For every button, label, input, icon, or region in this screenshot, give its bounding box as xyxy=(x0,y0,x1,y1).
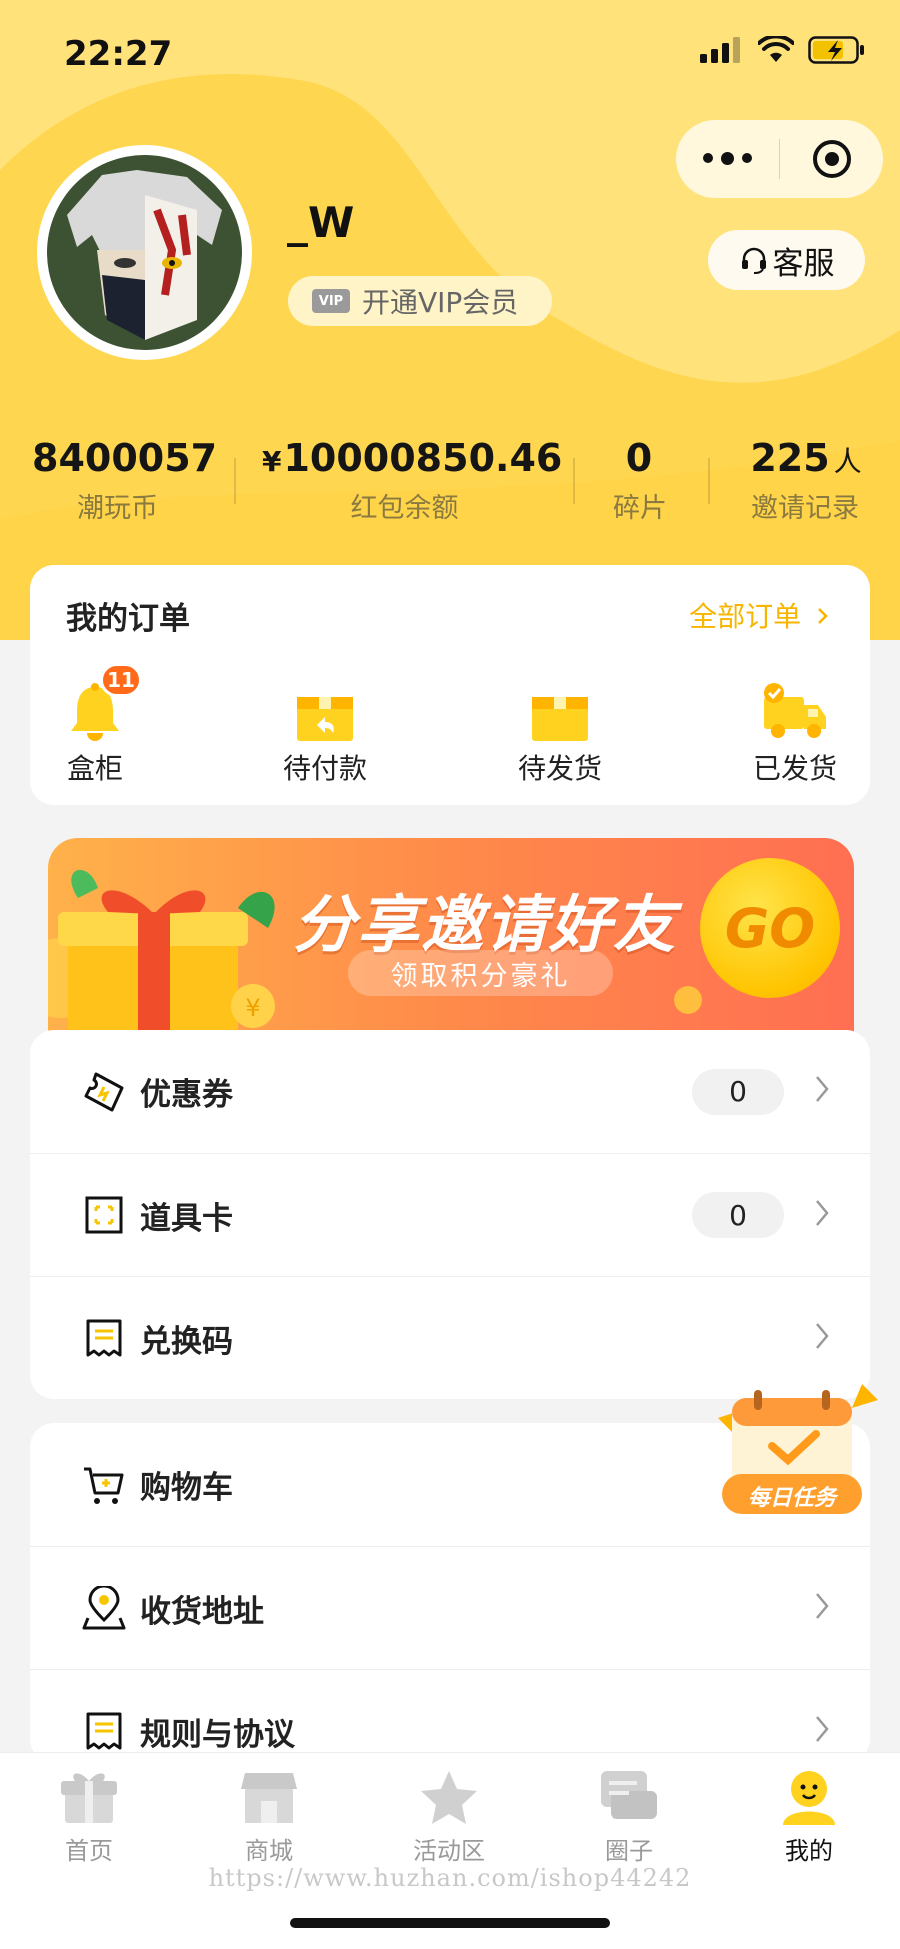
prop-card-icon xyxy=(85,1196,123,1234)
order-pending-payment[interactable]: 待付款 xyxy=(255,673,395,787)
chevron-right-icon xyxy=(816,1323,829,1349)
chevron-right-icon xyxy=(816,1200,829,1226)
box-cabinet-badge: 11 xyxy=(100,663,142,697)
my-orders-card: 我的订单 全部订单 11 盒柜 待付款 待发货 已发货 xyxy=(30,565,870,805)
username: _W xyxy=(287,198,355,247)
all-orders-link[interactable]: 全部订单 xyxy=(689,595,830,635)
stat-divider xyxy=(573,458,575,504)
signal-icon xyxy=(700,37,740,63)
coupon-count: 0 xyxy=(692,1068,784,1115)
tab-label: 商城 xyxy=(245,1837,293,1865)
order-item-label: 待发货 xyxy=(517,752,602,785)
stat-coins[interactable]: 8400057 潮玩币 xyxy=(30,436,217,525)
menu-group-assets: 优惠券 0 道具卡 0 兑换码 xyxy=(30,1030,870,1399)
tab-store[interactable]: 商城 xyxy=(214,1765,324,1866)
my-orders-title: 我的订单 xyxy=(66,601,190,637)
chevron-right-icon xyxy=(816,1716,829,1742)
open-vip-label: 开通VIP会员 xyxy=(362,286,519,319)
daily-task-button[interactable]: 每日任务 xyxy=(712,1378,882,1526)
menu-item-address[interactable]: 收货地址 xyxy=(30,1546,870,1669)
menu-item-prop-cards[interactable]: 道具卡 0 xyxy=(30,1153,870,1276)
menu-item-label: 道具卡 xyxy=(140,1200,233,1237)
box-return-icon xyxy=(297,697,353,741)
stat-divider xyxy=(234,458,236,504)
stat-red-packet[interactable]: ¥10000850.46 红包余额 xyxy=(262,436,562,525)
order-box-cabinet[interactable]: 11 盒柜 xyxy=(30,663,160,787)
stat-invites[interactable]: 225 人 邀请记录 xyxy=(740,436,870,525)
star-icon xyxy=(421,1771,477,1824)
stat-red-packet-label: 红包余额 xyxy=(350,493,459,524)
menu-item-label: 购物车 xyxy=(140,1470,233,1506)
order-pending-shipment[interactable]: 待发货 xyxy=(490,673,630,787)
order-item-label: 已发货 xyxy=(752,752,837,785)
tab-label: 我的 xyxy=(785,1837,833,1865)
headset-icon xyxy=(741,247,766,274)
stat-divider xyxy=(708,458,710,504)
svg-text:¥: ¥ xyxy=(245,994,260,1022)
banner-subtitle: 领取积分豪礼 xyxy=(348,950,613,996)
open-vip-button[interactable]: VIP 开通VIP会员 xyxy=(288,276,552,326)
chevron-right-icon xyxy=(816,1076,829,1102)
watermark-text: https://www.huzhan.com/ishop44242 xyxy=(208,1864,692,1892)
customer-service-label: 客服 xyxy=(772,245,835,282)
cart-icon xyxy=(84,1467,124,1504)
stat-fragments-value: 0 xyxy=(625,436,653,480)
menu-item-label: 兑换码 xyxy=(140,1323,233,1360)
tab-activity[interactable]: 活动区 xyxy=(394,1765,504,1866)
more-button[interactable] xyxy=(676,152,779,165)
document-icon xyxy=(86,1712,122,1750)
stat-coins-label: 潮玩币 xyxy=(77,493,158,524)
home-indicator xyxy=(290,1918,610,1928)
location-icon xyxy=(82,1586,126,1630)
chevron-right-icon xyxy=(816,1593,829,1619)
invite-friends-banner[interactable]: ¥ 分享邀请好友 领取积分豪礼 GO xyxy=(48,838,854,1038)
order-shipped[interactable]: 已发货 xyxy=(725,673,865,787)
stat-invites-label: 邀请记录 xyxy=(751,493,859,524)
status-icons xyxy=(700,36,866,64)
status-time: 22:27 xyxy=(64,34,173,74)
prop-card-count: 0 xyxy=(692,1192,784,1238)
daily-task-label: 每日任务 xyxy=(747,1486,836,1511)
avatar[interactable] xyxy=(37,145,252,360)
menu-item-label: 收货地址 xyxy=(140,1593,264,1630)
menu-item-coupons[interactable]: 优惠券 0 xyxy=(30,1030,870,1153)
tab-label: 活动区 xyxy=(413,1837,485,1865)
order-item-label: 盒柜 xyxy=(66,752,123,785)
box-icon xyxy=(532,697,588,741)
vip-icon: VIP xyxy=(312,289,350,313)
tab-home[interactable]: 首页 xyxy=(34,1765,144,1866)
banner-go-button[interactable]: GO xyxy=(700,858,840,998)
tab-mine[interactable]: 我的 xyxy=(754,1765,864,1866)
stat-fragments[interactable]: 0 碎片 xyxy=(595,436,685,525)
truck-icon xyxy=(764,683,826,738)
miniapp-capsule xyxy=(676,120,883,198)
menu-item-rules[interactable]: 规则与协议 xyxy=(30,1669,870,1763)
stat-coins-value: 8400057 xyxy=(32,436,218,480)
wifi-icon xyxy=(758,36,794,62)
order-item-label: 待付款 xyxy=(282,752,367,785)
close-miniapp-button[interactable] xyxy=(780,138,883,180)
chat-icon xyxy=(601,1771,657,1819)
gift-icon xyxy=(61,1773,117,1823)
tab-label: 圈子 xyxy=(605,1837,653,1865)
stat-fragments-label: 碎片 xyxy=(613,493,667,524)
menu-item-label: 优惠券 xyxy=(140,1077,233,1113)
battery-icon xyxy=(808,36,864,64)
user-icon xyxy=(783,1771,835,1825)
chevron-right-icon xyxy=(818,608,828,624)
customer-service-button[interactable]: 客服 xyxy=(708,230,865,290)
coupon-icon xyxy=(84,1072,124,1111)
stat-invites-value: 225 xyxy=(750,436,830,480)
avatar-image xyxy=(47,155,242,350)
stat-red-packet-value: 10000850.46 xyxy=(283,436,563,480)
menu-item-label: 规则与协议 xyxy=(140,1716,295,1753)
store-icon xyxy=(241,1773,297,1823)
receipt-icon xyxy=(86,1319,122,1357)
target-icon xyxy=(812,140,851,178)
tab-circle[interactable]: 圈子 xyxy=(574,1765,684,1866)
tab-label: 首页 xyxy=(65,1837,113,1865)
